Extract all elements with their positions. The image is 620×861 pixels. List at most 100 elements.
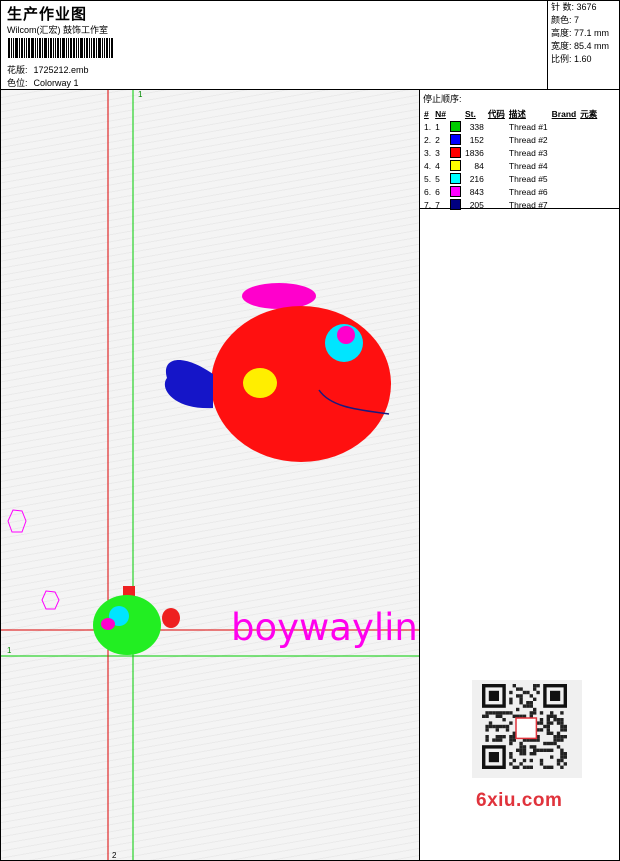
design-preview: 1 1 2 boywaylink: [1, 90, 419, 860]
fish-tail-fin: [164, 360, 213, 409]
stop-description: Thread #6: [508, 186, 548, 197]
small-fish: [93, 586, 180, 655]
stop-element: [578, 159, 599, 172]
guide-marker-left: 1: [7, 646, 12, 655]
design-label: 花版:: [7, 65, 28, 75]
stop-brand: [550, 159, 579, 172]
stop-brand: [550, 185, 579, 198]
stop-index: 7.: [424, 199, 432, 210]
stop-table-body: 1. 1 338 Thread #1 2. 2 152 Thread #2 3. 3 1836 Thr…: [422, 120, 599, 211]
stop-brand: [550, 172, 579, 185]
fish-top-fin: [242, 283, 316, 309]
col-code: 代码: [487, 108, 505, 119]
stop-needle: 3: [435, 147, 440, 158]
stop-needle: 1: [435, 121, 440, 132]
stop-description: Thread #2: [508, 134, 548, 145]
stitch-count: 针 数: 3676: [551, 2, 597, 12]
stop-swatch: [448, 133, 463, 146]
stop-brand: [550, 146, 579, 159]
stop-code: [486, 185, 507, 198]
design-file-value: 1725212.emb: [33, 65, 89, 75]
stop-swatch: [448, 120, 463, 133]
col-description: 描述: [508, 108, 526, 119]
stop-element: [578, 133, 599, 146]
stop-row: 2. 2 152 Thread #2: [422, 133, 599, 146]
guide-marker-bottom: 2: [112, 851, 117, 860]
design-height: 高度: 77.1 mm: [551, 28, 610, 38]
colorway-label: 色位:: [7, 78, 28, 88]
color-swatch: [449, 147, 461, 159]
col-swatch: [448, 107, 463, 120]
guide-marker-top: 1: [138, 90, 143, 99]
stop-description: Thread #3: [508, 147, 548, 158]
stop-brand: [550, 133, 579, 146]
colorway-line: 色位: Colorway 1: [7, 76, 79, 89]
design-ratio: 比例: 1.60: [551, 54, 592, 64]
stop-stitches: 1836: [464, 147, 484, 158]
company-name: Wilcom(汇宏) 鼓饰工作室: [7, 25, 108, 35]
stop-needle: 6: [435, 186, 440, 197]
stop-description: Thread #5: [508, 173, 548, 184]
stop-index: 4.: [424, 160, 432, 171]
stop-row: 3. 3 1836 Thread #3: [422, 146, 599, 159]
color-swatch: [449, 134, 461, 146]
sidebar: 停止顺序: # N# St. 代码 描述 Brand 元素 1. 1 338 Thre…: [420, 90, 619, 860]
stop-row: 4. 4 84 Thread #4: [422, 159, 599, 172]
stop-brand: [550, 120, 579, 133]
stop-stitches: 84: [474, 160, 484, 171]
stop-sequence-title: 停止顺序:: [423, 94, 462, 104]
col-brand: Brand: [551, 108, 577, 119]
big-fish: [164, 283, 391, 462]
page-title: 生产作业图: [7, 6, 88, 23]
stop-stitches: 152: [469, 134, 484, 145]
stop-element: [578, 172, 599, 185]
stop-swatch: [448, 172, 463, 185]
outline-hexagon-1: [7, 509, 27, 533]
stop-needle: 4: [435, 160, 440, 171]
stop-code: [486, 159, 507, 172]
qr-code: [472, 680, 582, 778]
stop-brand: [550, 198, 579, 211]
barcode: [8, 38, 141, 58]
col-needle: N#: [435, 108, 446, 119]
stop-needle: 2: [435, 134, 440, 145]
color-count: 颜色: 7: [551, 15, 580, 25]
color-swatch: [449, 160, 461, 172]
small-fish-top-fin: [123, 586, 135, 596]
col-stitches: St.: [464, 108, 476, 119]
stop-description: Thread #7: [508, 199, 548, 210]
stop-code: [486, 120, 507, 133]
stop-index: 2.: [424, 134, 432, 145]
stop-stitches: 338: [469, 121, 484, 132]
stop-stitches: 216: [469, 173, 484, 184]
col-index: #: [424, 108, 429, 119]
production-worksheet: 生产作业图 Wilcom(汇宏) 鼓饰工作室 花版: 1725212.emb 色位…: [0, 0, 620, 861]
col-element: 元素: [580, 108, 598, 119]
color-swatch: [449, 173, 461, 185]
stop-row: 5. 5 216 Thread #5: [422, 172, 599, 185]
design-width: 宽度: 85.4 mm: [551, 41, 610, 51]
stop-swatch: [448, 159, 463, 172]
stop-element: [578, 198, 599, 211]
stop-element: [578, 185, 599, 198]
color-swatch: [449, 199, 461, 211]
outline-hexagon-2: [41, 590, 60, 610]
stop-row: 6. 6 843 Thread #6: [422, 185, 599, 198]
stop-code: [486, 172, 507, 185]
stop-row: 1. 1 338 Thread #1: [422, 120, 599, 133]
stop-element: [578, 120, 599, 133]
design-stats: 针 数: 3676 颜色: 7 高度: 77.1 mm 宽度: 85.4 mm …: [547, 1, 620, 89]
small-fish-spot: [101, 618, 115, 630]
design-file-line: 花版: 1725212.emb: [7, 63, 89, 76]
design-canvas[interactable]: 1 1 2 boywaylink: [1, 90, 420, 860]
stop-index: 1.: [424, 121, 432, 132]
color-swatch: [449, 186, 461, 198]
stop-code: [486, 146, 507, 159]
stop-description: Thread #4: [508, 160, 548, 171]
stop-code: [486, 133, 507, 146]
stop-stitches: 843: [469, 186, 484, 197]
watermark-text: 6xiu.com: [476, 790, 563, 811]
stop-index: 6.: [424, 186, 432, 197]
stop-swatch: [448, 198, 463, 211]
stop-table-header: # N# St. 代码 描述 Brand 元素: [422, 107, 599, 120]
